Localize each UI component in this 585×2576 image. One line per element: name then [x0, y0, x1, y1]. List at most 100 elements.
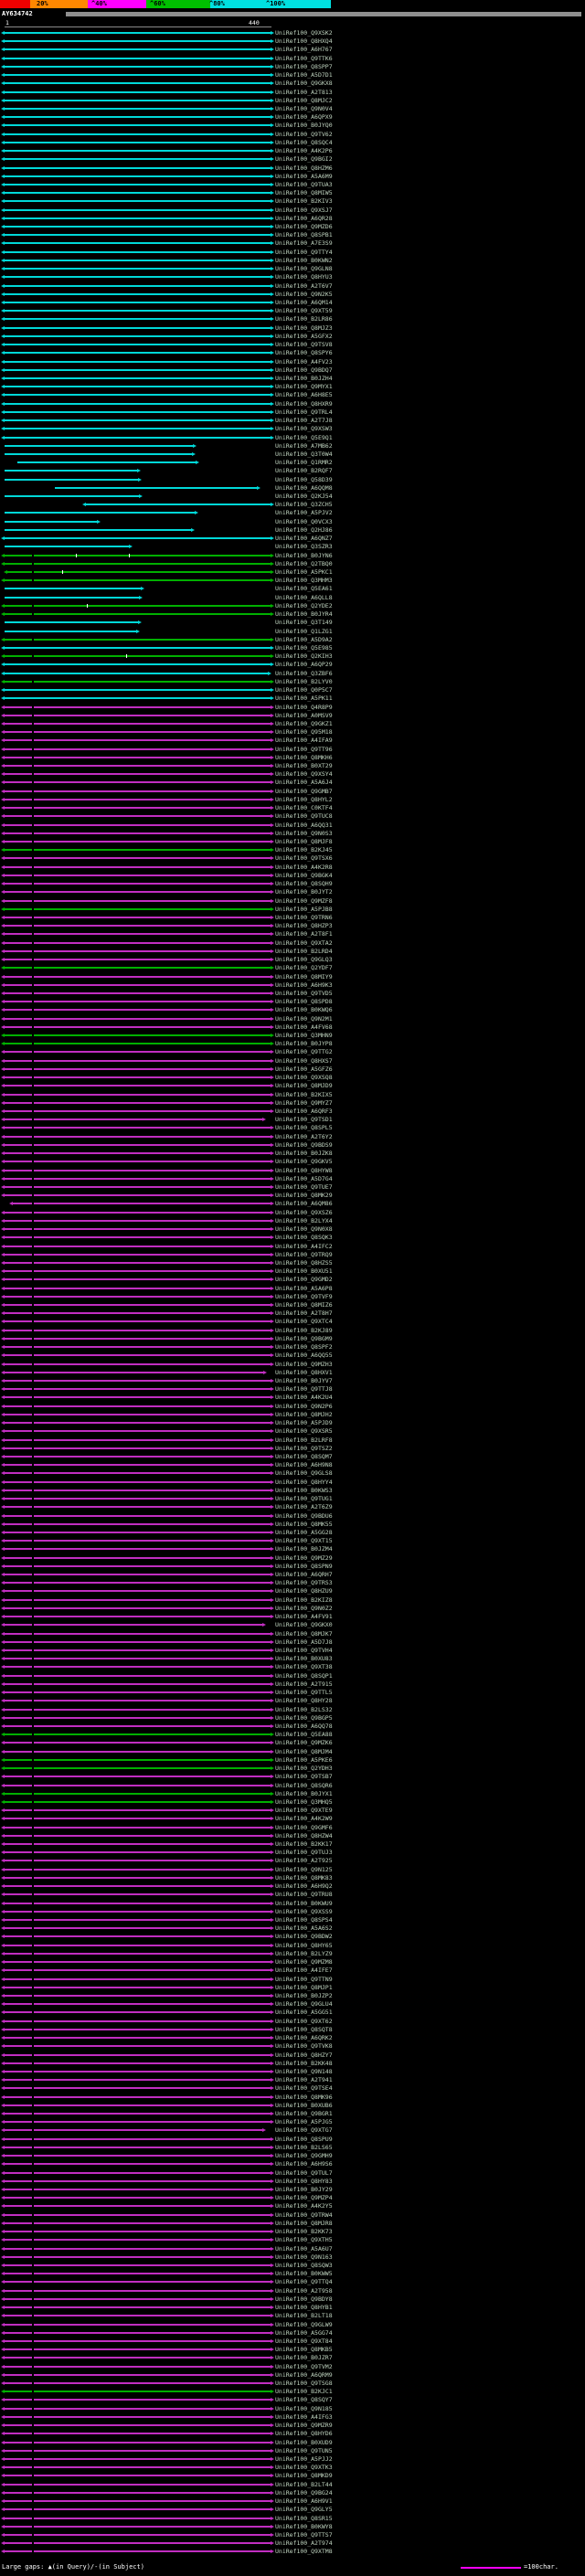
hit-bar[interactable]: [5, 2003, 271, 2006]
hit-bar[interactable]: [5, 116, 271, 119]
hit-bar[interactable]: [5, 1927, 271, 1930]
hit-bar[interactable]: [5, 1969, 271, 1972]
hit-bar[interactable]: [5, 916, 271, 918]
hit-label[interactable]: UniRef100_Q3ZBF6: [275, 670, 333, 677]
hit-bar[interactable]: [5, 1127, 271, 1129]
hit-label[interactable]: UniRef100_Q5E9Q1: [275, 434, 333, 441]
hit-bar[interactable]: [5, 2483, 271, 2486]
hit-bar[interactable]: [5, 823, 271, 826]
hit-bar[interactable]: [5, 1287, 271, 1289]
hit-label[interactable]: UniRef100_A2T8F1: [275, 931, 333, 938]
hit-label[interactable]: UniRef100_Q9XSQ8: [275, 1075, 333, 1081]
hit-label[interactable]: UniRef100_Q9XT15: [275, 1538, 333, 1544]
hit-bar[interactable]: [5, 2525, 271, 2528]
hit-label[interactable]: UniRef100_B2LT18: [275, 2313, 333, 2319]
hit-label[interactable]: UniRef100_Q4R8P9: [275, 704, 333, 711]
hit-label[interactable]: UniRef100_A5D7G4: [275, 1175, 333, 1182]
hit-bar[interactable]: [5, 1792, 271, 1795]
hit-bar[interactable]: [5, 1818, 271, 1820]
hit-bar[interactable]: [5, 1531, 271, 1533]
hit-label[interactable]: UniRef100_A6QRH7: [275, 1572, 333, 1578]
hit-bar[interactable]: [5, 1986, 271, 1988]
hit-label[interactable]: UniRef100_Q9TUN5: [275, 2447, 333, 2454]
hit-label[interactable]: UniRef100_Q9XT84: [275, 2337, 333, 2345]
hit-bar[interactable]: [5, 1548, 271, 1551]
hit-label[interactable]: UniRef100_Q8SQR6: [275, 1782, 333, 1789]
hit-label[interactable]: UniRef100_A5GG51: [275, 2009, 333, 2016]
hit-bar[interactable]: [5, 376, 271, 379]
hit-label[interactable]: UniRef100_Q8MIZ6: [275, 1302, 333, 1309]
hit-bar[interactable]: [5, 2339, 271, 2342]
hit-label[interactable]: UniRef100_A6QLL8: [275, 594, 333, 601]
hit-label[interactable]: UniRef100_Q9TRW4: [275, 2211, 333, 2219]
hit-label[interactable]: UniRef100_Q9XSK2: [275, 30, 333, 37]
hit-label[interactable]: UniRef100_Q9N0X8: [275, 1226, 333, 1233]
hit-label[interactable]: UniRef100_Q9XTH5: [275, 2237, 333, 2243]
hit-label[interactable]: UniRef100_Q9XT59: [275, 308, 333, 314]
hit-label[interactable]: UniRef100_A4K2P6: [275, 148, 333, 154]
hit-label[interactable]: UniRef100_Q9TUL7: [275, 2169, 333, 2177]
hit-bar[interactable]: [5, 731, 271, 734]
hit-label[interactable]: UniRef100_A4FV91: [275, 1614, 333, 1620]
hit-label[interactable]: UniRef100_B2KK17: [275, 1841, 333, 1848]
hit-bar[interactable]: [5, 1724, 271, 1727]
hit-bar[interactable]: [5, 141, 271, 143]
hit-label[interactable]: UniRef100_Q9GLU4: [275, 2001, 333, 2008]
hit-label[interactable]: UniRef100_Q9XSY4: [275, 771, 333, 778]
hit-bar[interactable]: [5, 1480, 271, 1483]
hit-label[interactable]: UniRef100_B0JYP8: [275, 1041, 333, 1047]
hit-bar[interactable]: [5, 1489, 271, 1491]
hit-bar[interactable]: [5, 2171, 271, 2174]
hit-bar[interactable]: [5, 1472, 271, 1475]
hit-label[interactable]: UniRef100_Q8HZP3: [275, 923, 333, 929]
hit-bar[interactable]: [5, 2390, 271, 2393]
hit-label[interactable]: UniRef100_Q9TTN9: [275, 1976, 333, 1983]
hit-bar[interactable]: [5, 1868, 271, 1871]
hit-label[interactable]: UniRef100_Q9N2M1: [275, 1015, 333, 1023]
hit-label[interactable]: UniRef100_Q8HXS7: [275, 1057, 333, 1065]
hit-bar[interactable]: [5, 1455, 271, 1458]
hit-bar[interactable]: [5, 1944, 271, 1946]
hit-label[interactable]: UniRef100_Q5E985: [275, 644, 333, 652]
hit-bar[interactable]: [5, 1582, 271, 1585]
hit-bar[interactable]: [5, 2517, 271, 2519]
hit-bar[interactable]: [5, 65, 271, 68]
hit-bar[interactable]: [5, 1329, 271, 1331]
hit-label[interactable]: UniRef100_Q9BDY8: [275, 2295, 333, 2303]
hit-bar[interactable]: [5, 512, 195, 514]
hit-bar[interactable]: [5, 907, 271, 910]
hit-label[interactable]: UniRef100_Q9BGP5: [275, 1714, 333, 1722]
hit-label[interactable]: UniRef100_Q9TTQ4: [275, 2279, 333, 2285]
hit-bar[interactable]: [5, 1564, 271, 1567]
hit-label[interactable]: UniRef100_Q8SPL5: [275, 1125, 333, 1131]
hit-label[interactable]: UniRef100_A5GFZ6: [275, 1065, 333, 1073]
hit-bar[interactable]: [5, 40, 271, 43]
hit-label[interactable]: UniRef100_B0JYV7: [275, 1378, 333, 1384]
hit-bar[interactable]: [5, 1514, 271, 1517]
hit-bar[interactable]: [5, 1616, 271, 1618]
hit-label[interactable]: UniRef100_B2KJ45: [275, 847, 333, 853]
hit-label[interactable]: UniRef100_B0KWW5: [275, 2271, 333, 2277]
hit-bar[interactable]: [5, 2189, 271, 2190]
hit-label[interactable]: UniRef100_Q9XTA2: [275, 939, 333, 947]
hit-bar[interactable]: [5, 739, 271, 742]
hit-bar[interactable]: [5, 874, 271, 876]
hit-bar[interactable]: [5, 82, 271, 85]
hit-bar[interactable]: [5, 2491, 271, 2494]
hit-bar[interactable]: [5, 1025, 271, 1028]
hit-label[interactable]: UniRef100_Q2YDE2: [275, 602, 333, 610]
hit-label[interactable]: UniRef100_A6QPX9: [275, 114, 333, 121]
hit-label[interactable]: UniRef100_A0MSV9: [275, 712, 333, 719]
hit-bar[interactable]: [5, 2533, 271, 2536]
hit-bar[interactable]: [5, 925, 271, 928]
hit-bar[interactable]: [5, 1666, 271, 1669]
hit-label[interactable]: UniRef100_B2LYV0: [275, 678, 333, 685]
hit-bar[interactable]: [5, 1362, 271, 1365]
hit-bar[interactable]: [5, 1253, 271, 1256]
hit-label[interactable]: UniRef100_Q8MIY9: [275, 973, 333, 981]
hit-bar[interactable]: [5, 2289, 271, 2292]
hit-bar[interactable]: [5, 2415, 271, 2418]
hit-label[interactable]: UniRef100_B0KWY8: [275, 2523, 333, 2530]
hit-label[interactable]: UniRef100_A2T915: [275, 1680, 333, 1688]
hit-label[interactable]: UniRef100_Q8HY65: [275, 1942, 333, 1949]
